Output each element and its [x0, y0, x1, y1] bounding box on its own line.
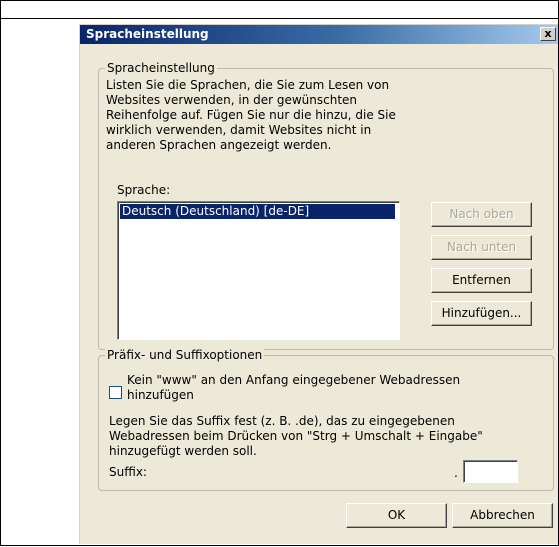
affix-groupbox: Präfix- und Suffixoptionen Kein "www" an… — [98, 348, 554, 491]
title-bar[interactable]: Spracheinstellung x — [80, 25, 558, 44]
language-listbox[interactable]: Deutsch (Deutschland) [de-DE] — [117, 201, 400, 340]
suffix-label: Suffix: — [109, 465, 147, 479]
affix-group-legend: Präfix- und Suffixoptionen — [105, 348, 265, 362]
remove-button[interactable]: Entfernen — [431, 268, 532, 293]
outer-divider — [0, 18, 559, 19]
suffix-dot: . — [454, 466, 458, 480]
close-icon: x — [544, 27, 552, 40]
close-button[interactable]: x — [540, 27, 556, 41]
suffix-input[interactable] — [463, 460, 518, 483]
add-button[interactable]: Hinzufügen... — [431, 301, 532, 326]
suffix-description: Legen Sie das Suffix fest (z. B. .de), d… — [109, 414, 483, 458]
move-down-button[interactable]: Nach unten — [431, 235, 532, 260]
language-list-label: Sprache: — [117, 183, 171, 197]
language-list-item[interactable]: Deutsch (Deutschland) [de-DE] — [120, 204, 395, 219]
no-www-checkbox-label[interactable]: Kein "www" an den Anfang eingegebener We… — [127, 373, 527, 403]
move-up-button[interactable]: Nach oben — [431, 202, 532, 227]
language-groupbox: Spracheinstellung Listen Sie die Sprache… — [98, 61, 554, 350]
no-www-checkbox[interactable] — [109, 386, 122, 399]
language-description: Listen Sie die Sprachen, die Sie zum Les… — [106, 78, 396, 152]
language-group-legend: Spracheinstellung — [105, 61, 217, 75]
dialog-title: Spracheinstellung — [86, 27, 209, 41]
language-dialog: Spracheinstellung x Spracheinstellung Li… — [79, 24, 558, 544]
ok-button[interactable]: OK — [346, 503, 447, 528]
cancel-button[interactable]: Abbrechen — [452, 503, 553, 528]
